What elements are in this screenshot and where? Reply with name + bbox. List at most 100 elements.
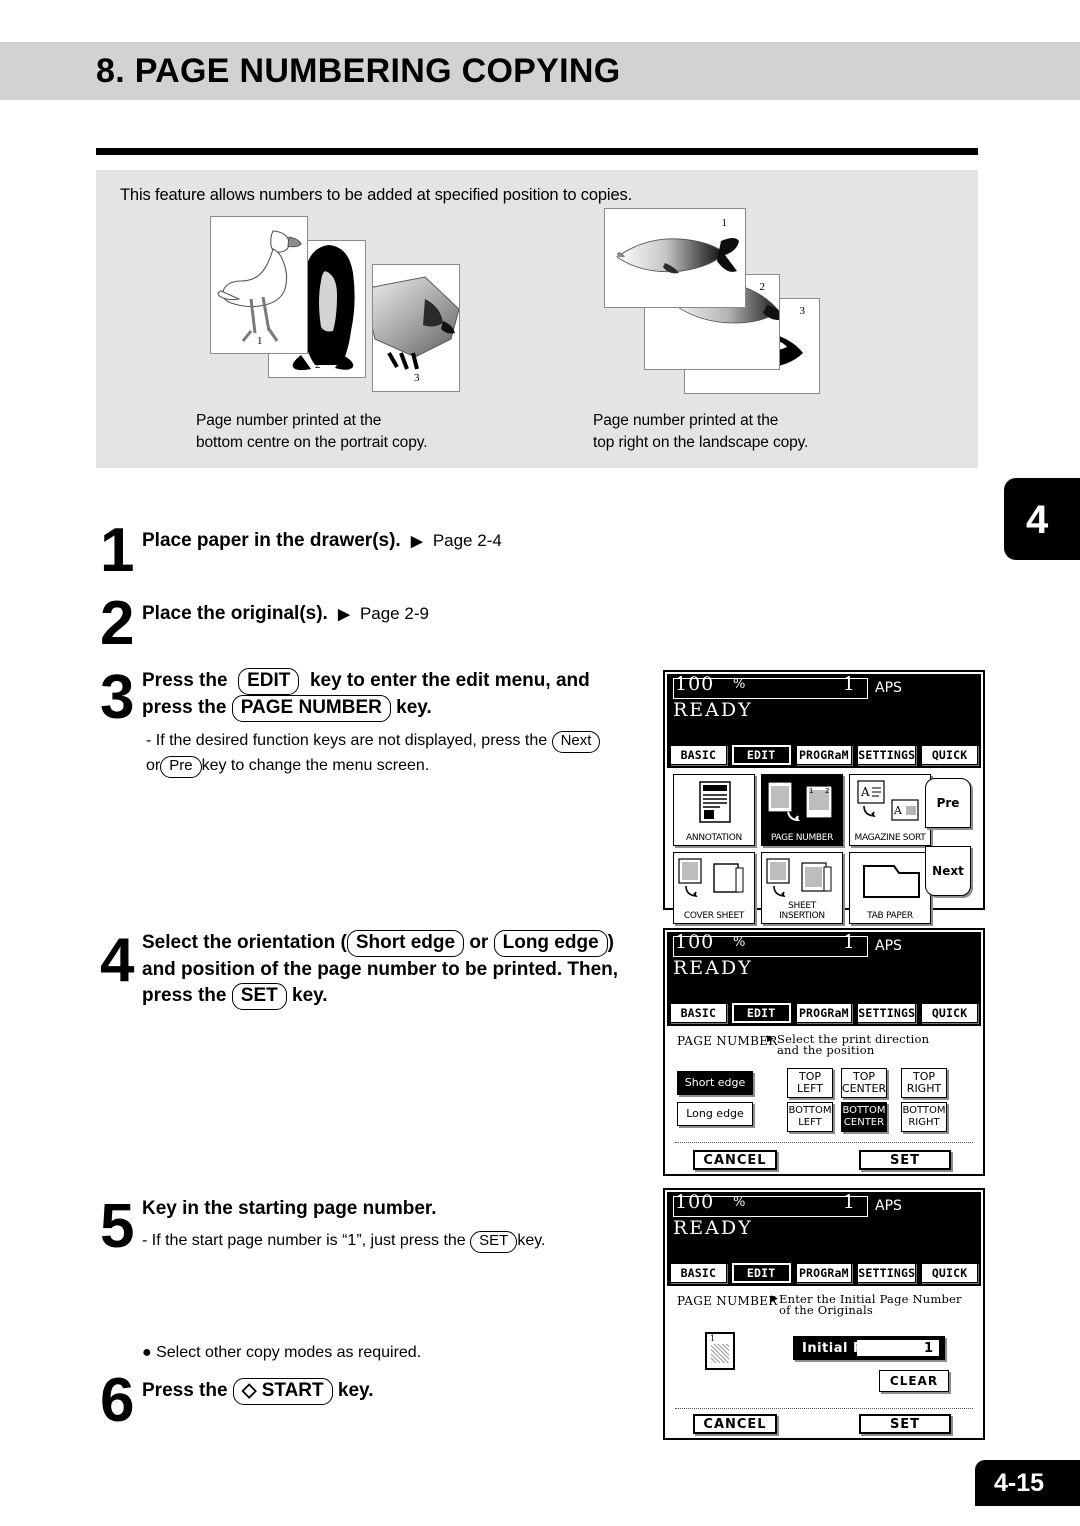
step-3-title-part3: press the	[142, 696, 227, 718]
step-1-number: 1	[100, 516, 135, 585]
step-3-title-part4: key.	[396, 696, 432, 718]
magazine-sort-icon: A A	[857, 780, 919, 821]
short-edge-key[interactable]: Short edge	[346, 930, 465, 957]
lcd1-tab-quick[interactable]: QUICK	[921, 745, 978, 765]
lcd3-clear-label: CLEAR	[889, 1374, 939, 1388]
position-bottom-center-button[interactable]: BOTTOM CENTER	[841, 1102, 887, 1132]
caption-right-line1: Page number printed at the	[593, 412, 779, 429]
lcd1-copy-count: 1	[842, 673, 855, 695]
landscape-page-number-1: 1	[721, 217, 728, 229]
position-bottom-left-button[interactable]: BOTTOM LEFT	[787, 1102, 833, 1132]
lcd2-tab-settings[interactable]: SETTINGS	[857, 1003, 917, 1023]
lcd1-tab-edit[interactable]: EDIT	[730, 744, 792, 766]
lcd2-cancel-button[interactable]: CANCEL	[693, 1150, 777, 1170]
lcd3-clear-button[interactable]: CLEAR	[879, 1370, 949, 1392]
lcd1-next-button[interactable]: Next	[925, 846, 971, 896]
step-3-note: - If the desired function keys are not d…	[146, 728, 661, 778]
title-divider	[96, 148, 978, 155]
lcd3-tab-edit[interactable]: EDIT	[730, 1262, 792, 1284]
portrait-sheet-1: 1	[210, 216, 308, 354]
lcd3-set-label: SET	[889, 1416, 921, 1432]
lcd2-tab-bar[interactable]: BASIC EDIT PROGRaM SETTINGS QUICK	[667, 1000, 981, 1026]
lcd1-tab-settings[interactable]: SETTINGS	[857, 745, 917, 765]
orientation-short-edge-label: Short edge	[684, 1076, 746, 1089]
lcd3-tab-quick[interactable]: QUICK	[921, 1263, 978, 1283]
portrait-page-number-1: 1	[257, 335, 263, 347]
edit-key[interactable]: EDIT	[238, 668, 300, 695]
step-4-title-part6: key.	[292, 984, 328, 1006]
lcd2-tab-program[interactable]: PROGRaM	[795, 1003, 853, 1023]
lcd-panel-edit-menu[interactable]: 100 % 1 APS READY BASIC EDIT PROGRaM SET…	[663, 670, 985, 924]
start-key[interactable]: ◇ START	[232, 1378, 333, 1405]
lcd2-status-header: 100 % 1 APS READY	[667, 932, 981, 1000]
position-top-center-label: TOP CENTER	[841, 1070, 887, 1095]
lcd3-tab-bar[interactable]: BASIC EDIT PROGRaM SETTINGS QUICK	[667, 1260, 981, 1286]
pre-key[interactable]: Pre	[160, 756, 202, 778]
function-key-cover-sheet[interactable]: COVER SHEET	[673, 852, 755, 924]
initial-page-field[interactable]: Initial Page : 1	[793, 1336, 945, 1360]
lcd2-prompt-line2: and the position	[777, 1043, 875, 1057]
lcd1-next-label: Next	[932, 864, 964, 878]
lcd2-tab-quick[interactable]: QUICK	[921, 1003, 978, 1023]
eagle-artwork	[373, 276, 459, 370]
step-4-number: 4	[100, 926, 135, 995]
lcd1-function-key-grid: ANNOTATION 1 2 PAGE NUMBER A A MAGAZINE …	[673, 774, 931, 924]
lcd2-cancel-label: CANCEL	[703, 1152, 767, 1168]
step-3-note-part2: or	[146, 757, 161, 774]
function-key-sheet-insertion[interactable]: SHEET INSERTION	[761, 852, 843, 924]
lcd1-tab-program[interactable]: PROGRaM	[795, 745, 853, 765]
step-3-number: 3	[100, 663, 135, 732]
lcd3-set-button[interactable]: SET	[859, 1414, 951, 1434]
lcd2-status-text: READY	[673, 957, 753, 979]
step-6-title: Press the ◇ START key.	[142, 1378, 374, 1405]
step-4-title: Select the orientation (Short edge or Lo…	[142, 930, 662, 1010]
orientation-short-edge-button[interactable]: Short edge	[677, 1071, 753, 1095]
function-key-magazine-sort[interactable]: A A MAGAZINE SORT	[849, 774, 931, 846]
svg-text:A: A	[893, 804, 903, 817]
lcd-panel-initial-page[interactable]: 100 % 1 APS READY BASIC EDIT PROGRaM SET…	[663, 1188, 985, 1440]
lcd3-tab-settings[interactable]: SETTINGS	[857, 1263, 917, 1283]
lcd1-prev-button[interactable]: Pre	[925, 778, 971, 828]
lcd-panel-position[interactable]: 100 % 1 APS READY BASIC EDIT PROGRaM SET…	[663, 928, 985, 1176]
position-top-center-button[interactable]: TOP CENTER	[841, 1068, 887, 1098]
lcd3-tab-basic[interactable]: BASIC	[670, 1263, 727, 1283]
long-edge-key[interactable]: Long edge	[493, 930, 608, 957]
portrait-page-number-2: 2	[315, 359, 321, 371]
lcd3-tab-program[interactable]: PROGRaM	[795, 1263, 853, 1283]
position-bottom-center-label: BOTTOM CENTER	[842, 1105, 886, 1128]
svg-text:2: 2	[825, 787, 829, 795]
position-bottom-left-label: BOTTOM LEFT	[788, 1105, 832, 1128]
function-key-tab-paper[interactable]: TAB PAPER	[849, 852, 931, 924]
lcd2-tab-basic[interactable]: BASIC	[670, 1003, 727, 1023]
next-key[interactable]: Next	[551, 731, 601, 753]
caption-right-line2: top right on the landscape copy.	[593, 434, 809, 451]
step-5-title: Key in the starting page number.	[142, 1198, 437, 1219]
lcd3-page-preview-number: 1	[710, 1334, 716, 1343]
set-key-step4[interactable]: SET	[231, 982, 287, 1010]
lcd1-tab-basic[interactable]: BASIC	[670, 745, 727, 765]
page-number-key[interactable]: PAGE NUMBER	[231, 694, 391, 722]
step-1-arrow-icon: ▶	[410, 533, 423, 550]
position-top-right-button[interactable]: TOP RIGHT	[901, 1068, 947, 1098]
lcd1-tab-bar[interactable]: BASIC EDIT PROGRaM SETTINGS QUICK	[667, 742, 981, 768]
function-key-annotation[interactable]: ANNOTATION	[673, 774, 755, 846]
lcd3-cancel-button[interactable]: CANCEL	[693, 1414, 777, 1434]
position-top-left-label: TOP LEFT	[797, 1070, 823, 1095]
function-key-page-number[interactable]: 1 2 PAGE NUMBER	[761, 774, 843, 846]
position-bottom-right-button[interactable]: BOTTOM RIGHT	[901, 1102, 947, 1132]
position-top-left-button[interactable]: TOP LEFT	[787, 1068, 833, 1098]
step-6-bullet-note: ● Select other copy modes as required.	[142, 1344, 422, 1361]
whale-artwork	[616, 238, 739, 274]
landscape-page-number-2: 2	[759, 281, 766, 293]
lcd2-tab-edit[interactable]: EDIT	[730, 1002, 792, 1024]
position-bottom-right-label: BOTTOM RIGHT	[902, 1105, 946, 1128]
orientation-long-edge-label: Long edge	[686, 1107, 744, 1120]
step-4-title-part5: press the	[142, 984, 227, 1006]
lcd1-prev-label: Pre	[936, 796, 960, 810]
sheet-insertion-icon	[766, 858, 832, 897]
lcd2-set-button[interactable]: SET	[859, 1150, 951, 1170]
lcd3-status-header: 100 % 1 APS READY	[667, 1192, 981, 1260]
set-key-step5[interactable]: SET	[470, 1231, 518, 1253]
step-4-title-part1: Select the orientation (	[142, 932, 347, 953]
orientation-long-edge-button[interactable]: Long edge	[677, 1102, 753, 1126]
